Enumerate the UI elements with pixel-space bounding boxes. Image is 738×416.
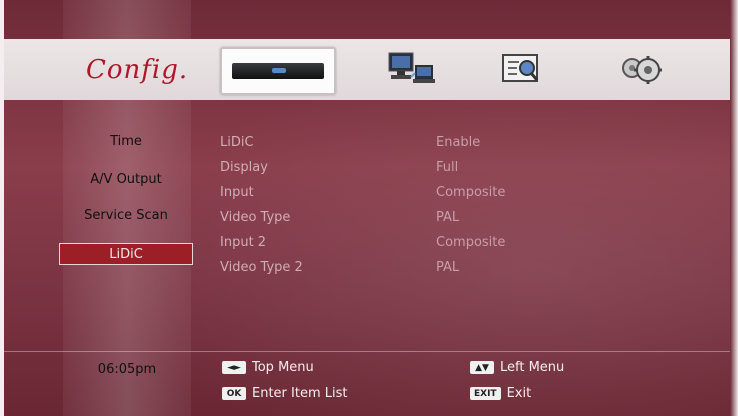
page-title: Config. xyxy=(86,55,189,85)
network-computer-icon xyxy=(388,52,435,83)
info-search-icon xyxy=(502,54,539,82)
help-label: Enter Item List xyxy=(252,386,348,401)
sidebar-item-av-output[interactable]: A/V Output xyxy=(59,169,193,191)
receiver-icon xyxy=(232,63,324,79)
sidebar-item-time[interactable]: Time xyxy=(59,131,193,153)
tab-information[interactable] xyxy=(496,47,546,91)
left-right-key-icon: ◄► xyxy=(222,361,246,374)
frame-right xyxy=(730,0,738,416)
clock-time: 06:05pm xyxy=(97,362,157,377)
setting-value-input[interactable]: Composite xyxy=(436,185,505,200)
help-left-menu: ▲▼ Left Menu xyxy=(470,360,564,375)
ok-key-icon: OK xyxy=(222,387,246,400)
setting-label-input: Input xyxy=(220,185,254,200)
setting-label-video-type: Video Type xyxy=(220,210,291,225)
sidebar-item-lidic[interactable]: LiDiC xyxy=(59,243,193,265)
tab-settings[interactable] xyxy=(612,47,668,91)
setting-value-display[interactable]: Full xyxy=(436,160,458,175)
help-label: Top Menu xyxy=(252,360,314,375)
setting-label-lidic: LiDiC xyxy=(220,135,254,150)
help-label: Exit xyxy=(506,386,532,401)
setting-value-lidic[interactable]: Enable xyxy=(436,135,480,150)
gears-icon xyxy=(622,56,662,84)
sidebar-item-service-scan[interactable]: Service Scan xyxy=(59,205,193,227)
setting-value-input-2[interactable]: Composite xyxy=(436,235,505,250)
tab-receiver[interactable] xyxy=(220,47,336,95)
setting-label-video-type-2: Video Type 2 xyxy=(220,260,303,275)
tab-network[interactable] xyxy=(384,47,438,91)
help-label: Left Menu xyxy=(500,360,565,375)
exit-key-icon: EXIT xyxy=(470,387,501,400)
setting-label-display: Display xyxy=(220,160,268,175)
help-exit: EXIT Exit xyxy=(470,386,531,401)
footer-divider xyxy=(4,351,730,352)
setting-value-video-type[interactable]: PAL xyxy=(436,210,459,225)
help-top-menu: ◄► Top Menu xyxy=(222,360,314,375)
setting-label-input-2: Input 2 xyxy=(220,235,267,250)
up-down-key-icon: ▲▼ xyxy=(470,361,494,374)
setting-value-video-type-2[interactable]: PAL xyxy=(436,260,459,275)
help-enter-item-list: OK Enter Item List xyxy=(222,386,347,401)
